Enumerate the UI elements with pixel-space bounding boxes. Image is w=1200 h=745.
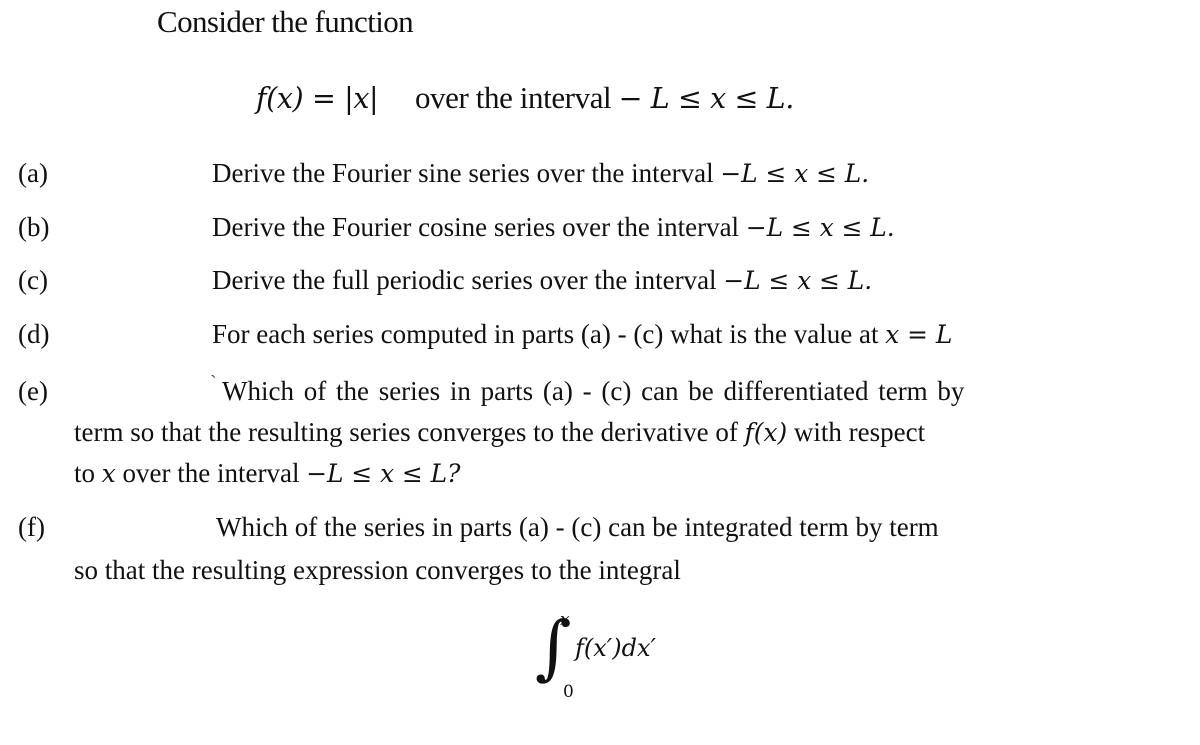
part-d-label: (d) [18,319,50,349]
integral-upper-limit: x [560,610,570,630]
part-a-label: (a) [18,158,48,188]
part-d-prose: For each series computed in parts (a) - … [212,319,879,349]
part-e-line-2: term so that the resulting series conver… [74,417,925,448]
part-d-math: x = L [885,320,953,349]
part-b-text: Derive the Fourier cosine series over th… [212,212,895,243]
part-e-label: (e) [18,376,48,406]
part-d-text: For each series computed in parts (a) - … [212,319,952,350]
integral-integrand: f(x′)dx′ [575,634,656,662]
part-e-line-3-mid: over the interval [122,458,300,488]
part-a-text: Derive the Fourier sine series over the … [212,158,869,189]
function-definition-line: f(x) = |x| over the interval − L ≤ x ≤ L… [256,80,794,116]
part-e-line-3: to x over the interval −L ≤ x ≤ L? [74,458,461,489]
function-interval-math: − L ≤ x ≤ L. [618,82,795,115]
function-interval-text: over the interval [414,80,612,115]
part-c-prose: Derive the full periodic series over the… [212,265,717,295]
part-f-label: (f) [18,512,45,542]
part-e-line-3-math-x: x [101,459,116,488]
part-c-math: −L ≤ x ≤ L. [723,266,873,295]
part-c-label: (c) [18,265,48,295]
part-e-line-1: Which of the series in parts (a) - (c) c… [222,376,965,406]
part-e-line-2-pre: term so that the resulting series conver… [74,417,738,447]
part-a-prose: Derive the Fourier sine series over the … [212,158,714,188]
function-definition: f(x) = |x| [256,82,379,115]
part-b-prose: Derive the Fourier cosine series over th… [212,212,740,242]
part-b-label: (b) [18,212,50,242]
part-e-line-2-math: f(x) [744,418,788,447]
part-b-math: −L ≤ x ≤ L. [745,213,895,242]
integral-expression: ∫ x 0 f(x′)dx′ [535,610,735,722]
part-f-line-2: so that the resulting expression converg… [74,555,681,585]
part-e-line-3-pre: to [74,458,96,488]
part-e-line-3-math-interval: −L ≤ x ≤ L? [306,459,461,488]
part-a-math: −L ≤ x ≤ L. [720,159,870,188]
part-e-line-2-post: with respect [793,417,926,447]
part-c-text: Derive the full periodic series over the… [212,265,872,296]
stray-tick-mark: ` [210,372,217,394]
intro-text: Consider the function [157,4,414,39]
part-f-line-1: Which of the series in parts (a) - (c) c… [216,512,939,542]
integral-lower-limit: 0 [563,682,574,702]
